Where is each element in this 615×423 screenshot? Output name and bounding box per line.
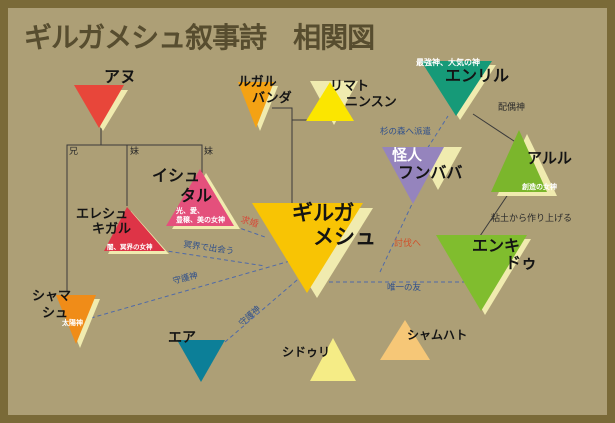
- label-elder-brother: 兄: [69, 147, 79, 157]
- enlil-name: エンリル: [445, 66, 510, 85]
- anu-name: アヌ: [104, 67, 137, 86]
- ishtar-epithet-line1: 光、愛、: [176, 207, 204, 215]
- ereshkigal-epithet: 闇、冥界の女神: [107, 243, 153, 251]
- gilgamesh-name-line1: ギルガ: [292, 201, 355, 225]
- rimat-ninsun-name-line2: ニンスン: [345, 95, 397, 110]
- label-cedar-forest: 杉の森へ派遣: [380, 127, 432, 137]
- label-subjugation: 討伐へ: [394, 239, 422, 249]
- shamash-name-line1: シャマ: [32, 289, 72, 304]
- diagram-canvas: ギルガメシュ叙事詩 相関図 アヌ ルガル バンダ リマト ニンスン 最強神、大気…: [0, 0, 615, 423]
- shamhat-name: シャムハト: [407, 328, 468, 342]
- aruru-epithet: 創造の女神: [522, 183, 557, 191]
- lugalbanda-name-line2: バンダ: [252, 91, 292, 106]
- humbaba-name-line1: 怪人: [392, 146, 423, 164]
- shamash-epithet: 太陽神: [62, 319, 83, 327]
- ea-triangle: [177, 340, 225, 382]
- ereshkigal-name-line1: エレシュ: [76, 207, 129, 222]
- gilgamesh-name-line2: メシュ: [313, 225, 376, 249]
- label-consort: 配偶神: [498, 103, 526, 113]
- enkidu-name-line2: ドゥ: [505, 253, 538, 272]
- ishtar-name-line2: タル: [180, 186, 213, 205]
- label-only-friend: 唯一の友: [387, 283, 422, 293]
- rimat-ninsun-name-line1: リマト: [330, 79, 370, 94]
- ea-name: エア: [168, 330, 196, 346]
- lugalbanda-name-line1: ルガル: [238, 75, 277, 90]
- aruru-name: アルル: [527, 149, 572, 167]
- label-younger-sister-1: 妹: [130, 147, 140, 157]
- label-clay: 粘土から作り上げる: [491, 214, 573, 224]
- humbaba-name-line2: フンババ: [398, 163, 463, 182]
- ishtar-epithet-line2: 豊穣、美の女神: [176, 216, 225, 224]
- siduri-name: シドゥリ: [282, 345, 331, 359]
- page-title: ギルガメシュ叙事詩 相関図: [24, 21, 375, 54]
- ishtar-name-line1: イシュ: [152, 166, 201, 185]
- ereshkigal-name-line2: キガル: [92, 222, 132, 237]
- label-younger-sister-2: 妹: [204, 147, 214, 157]
- enkidu-name-line1: エンキ: [472, 236, 521, 255]
